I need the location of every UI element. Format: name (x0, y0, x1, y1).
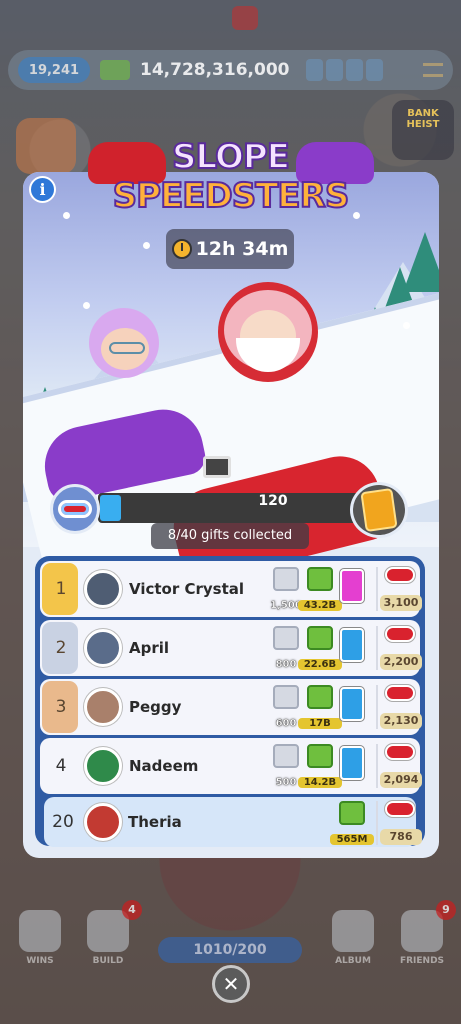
cash-reward: 17B (298, 685, 342, 729)
goggles-icon (385, 626, 415, 642)
rank-number: 2 (55, 638, 67, 658)
stopwatch-icon (171, 239, 192, 259)
dice-icon (273, 567, 299, 591)
dice-counter: 1010/200 (158, 937, 302, 963)
sticker-pack-icon (340, 628, 364, 662)
sticker-pack-icon (340, 687, 364, 721)
event-title-line2: SPEEDSTERS (112, 175, 351, 217)
gifts-collected-label: 8/40 gifts collected (151, 523, 309, 549)
event-points: 3,100 (376, 567, 422, 611)
sticker-pack-reward (338, 744, 366, 788)
cash-reward: 43.2B (298, 567, 342, 611)
player-name: Peggy (129, 698, 182, 716)
event-points: 2,200 (376, 626, 422, 670)
sticker-pack-icon (340, 569, 364, 603)
event-points: 2,094 (376, 744, 422, 788)
avatar[interactable] (84, 570, 122, 608)
goggles-icon (385, 801, 415, 817)
dice-icon (273, 626, 299, 650)
player-name: Theria (128, 813, 182, 831)
snowflake (403, 322, 410, 329)
cash-reward: 565M (330, 801, 374, 845)
goggles-icon (50, 484, 100, 534)
dice-slots (305, 59, 383, 81)
avatar[interactable] (84, 629, 122, 667)
dice-icon (273, 744, 299, 768)
leaderboard-row[interactable]: 2 April 800 22.6B 2,200 (40, 620, 422, 676)
cash-stack-icon (307, 567, 333, 591)
sticker-pack-reward (338, 626, 366, 670)
rank-number: 20 (52, 812, 74, 832)
goggles-icon (385, 744, 415, 760)
friends-badge: 9 (436, 900, 456, 920)
checkered-plate (203, 456, 231, 478)
leaderboard[interactable]: 1 Victor Crystal 1,500 43.2B 3,100 2 Apr… (35, 556, 425, 847)
milestone-points: 120 (258, 493, 288, 509)
cash-stack-icon (307, 626, 333, 650)
event-points: 2,130 (376, 685, 422, 729)
build-badge: 4 (122, 900, 142, 920)
top-hud-bar: 19,241 14,728,316,000 (8, 50, 453, 90)
dice-icon (273, 685, 299, 709)
sticker-pack-reward (338, 685, 366, 729)
player-name: April (129, 639, 170, 657)
leaderboard-row[interactable]: 4 Nadeem 500 14.2B 2,094 (40, 738, 422, 794)
avatar[interactable] (84, 803, 122, 841)
nav-wins: WINS (10, 910, 70, 970)
money-pill: 19,241 (18, 57, 90, 83)
info-button[interactable]: i (29, 176, 56, 203)
goggles-icon (385, 685, 415, 701)
cash-icon (100, 60, 130, 80)
event-points: 786 (376, 801, 422, 845)
avatar[interactable] (84, 688, 122, 726)
avatar[interactable] (84, 747, 122, 785)
sticker-pack-icon (340, 746, 364, 780)
player-name: Nadeem (129, 757, 199, 775)
leaderboard-row[interactable]: 3 Peggy 600 17B 2,130 (40, 679, 422, 735)
cash-reward: 22.6B (298, 626, 342, 670)
album-icon (332, 910, 374, 952)
progress-bar-fill (100, 495, 121, 521)
tree-icon (403, 232, 439, 292)
trophy-icon (19, 910, 61, 952)
close-button[interactable]: ✕ (212, 965, 250, 1003)
cash-stack-icon (307, 744, 333, 768)
sticker-pack-reward (338, 567, 366, 611)
progress-bar: 120 (98, 493, 360, 523)
friends-icon (401, 910, 443, 952)
snowflake (143, 242, 150, 249)
reward-ticket-icon[interactable] (350, 482, 408, 538)
rank-number: 4 (55, 756, 67, 776)
event-timer: 12h 34m (166, 229, 294, 269)
leaderboard-row-current-player[interactable]: 20 Theria 565M 786 (44, 797, 422, 847)
nav-album: ALBUM (323, 910, 383, 970)
mr-monopoly-rider (218, 282, 318, 382)
cash-reward: 14.2B (298, 744, 342, 788)
cash-stack-icon (307, 685, 333, 709)
top-event-badge (232, 6, 258, 30)
leaderboard-row[interactable]: 1 Victor Crystal 1,500 43.2B 3,100 (40, 561, 422, 617)
event-title-line1: SLOPE (171, 136, 291, 178)
rank-number: 1 (55, 579, 67, 599)
player-name: Victor Crystal (129, 580, 245, 598)
hammer-icon (87, 910, 129, 952)
timer-text: 12h 34m (195, 238, 289, 260)
snowflake (83, 302, 90, 309)
cash-amount: 14,728,316,000 (140, 60, 290, 80)
grandma-rider (89, 308, 159, 378)
rank-number: 3 (55, 697, 67, 717)
goggles-icon (385, 567, 415, 583)
cash-stack-icon (339, 801, 365, 825)
menu-icon (423, 63, 443, 77)
